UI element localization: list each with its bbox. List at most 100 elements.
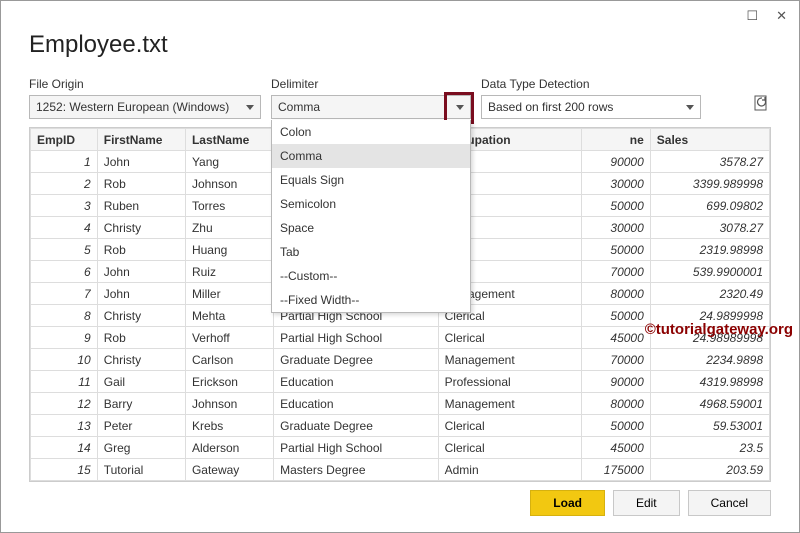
table-row[interactable]: 11GailEricksonEducationProfessional90000…: [31, 371, 770, 393]
close-icon[interactable]: ✕: [776, 8, 787, 24]
edit-button[interactable]: Edit: [613, 490, 680, 516]
cell: 50000: [581, 305, 650, 327]
cell: John: [97, 261, 185, 283]
cell: 699.09802: [650, 195, 769, 217]
cell: 175000: [581, 459, 650, 481]
option-space[interactable]: Space: [272, 216, 470, 240]
cell: 2: [31, 173, 98, 195]
watermark: ©tutorialgateway.org: [645, 321, 793, 338]
option-comma[interactable]: Comma: [272, 144, 470, 168]
table-row[interactable]: 12BarryJohnsonEducationManagement8000049…: [31, 393, 770, 415]
cell: 7: [31, 283, 98, 305]
chevron-down-icon: [246, 105, 254, 110]
cell: 9: [31, 327, 98, 349]
cell: Greg: [97, 437, 185, 459]
cell: Christy: [97, 217, 185, 239]
option-custom[interactable]: --Custom--: [272, 264, 470, 288]
cell: Yang: [185, 151, 273, 173]
col-header: FirstName: [97, 129, 185, 151]
cancel-button[interactable]: Cancel: [688, 490, 771, 516]
cell: 8: [31, 305, 98, 327]
table-row[interactable]: 14GregAldersonPartial High SchoolClerica…: [31, 437, 770, 459]
cell: Education: [274, 393, 438, 415]
cell: 14: [31, 437, 98, 459]
cell: Gateway: [185, 459, 273, 481]
option-semicolon[interactable]: Semicolon: [272, 192, 470, 216]
cell: Peter: [97, 415, 185, 437]
cell: Management: [438, 393, 581, 415]
cell: 3078.27: [650, 217, 769, 239]
cell: 2234.9898: [650, 349, 769, 371]
cell: Johnson: [185, 173, 273, 195]
cell: 2320.49: [650, 283, 769, 305]
cell: Masters Degree: [274, 459, 438, 481]
option-equals[interactable]: Equals Sign: [272, 168, 470, 192]
cell: 3578.27: [650, 151, 769, 173]
cell: Gail: [97, 371, 185, 393]
table-row[interactable]: 15TutorialGatewayMasters DegreeAdmin1750…: [31, 459, 770, 481]
chevron-down-icon: [686, 105, 694, 110]
detection-value: Based on first 200 rows: [488, 100, 613, 114]
cell: Carlson: [185, 349, 273, 371]
col-header: EmpID: [31, 129, 98, 151]
cell: Huang: [185, 239, 273, 261]
footer-buttons: Load Edit Cancel: [530, 490, 771, 516]
detection-select[interactable]: Based on first 200 rows: [481, 95, 701, 119]
cell: Zhu: [185, 217, 273, 239]
cell: Tutorial: [97, 459, 185, 481]
cell: 50000: [581, 415, 650, 437]
table-row[interactable]: 13PeterKrebsGraduate DegreeClerical50000…: [31, 415, 770, 437]
cell: Verhoff: [185, 327, 273, 349]
cell: Education: [274, 371, 438, 393]
cell: 4968.59001: [650, 393, 769, 415]
option-colon[interactable]: Colon: [272, 120, 470, 144]
cell: 90000: [581, 371, 650, 393]
option-tab[interactable]: Tab: [272, 240, 470, 264]
cell: 15: [31, 459, 98, 481]
cell: 50000: [581, 195, 650, 217]
cell: Alderson: [185, 437, 273, 459]
cell: Erickson: [185, 371, 273, 393]
cell: 45000: [581, 437, 650, 459]
delimiter-select[interactable]: Comma Colon Comma Equals Sign Semicolon …: [271, 95, 471, 119]
cell: 30000: [581, 173, 650, 195]
cell: Rob: [97, 327, 185, 349]
file-origin-label: File Origin: [29, 77, 261, 91]
cell: 3399.989998: [650, 173, 769, 195]
cell: 45000: [581, 327, 650, 349]
cell: 10: [31, 349, 98, 371]
cell: Mehta: [185, 305, 273, 327]
maximize-icon[interactable]: ☐: [746, 8, 758, 24]
cell: 90000: [581, 151, 650, 173]
cell: 4319.98998: [650, 371, 769, 393]
cell: 12: [31, 393, 98, 415]
cell: Ruiz: [185, 261, 273, 283]
cell: Graduate Degree: [274, 415, 438, 437]
cell: Christy: [97, 305, 185, 327]
refresh-icon[interactable]: [753, 94, 771, 119]
cell: Management: [438, 349, 581, 371]
cell: 50000: [581, 239, 650, 261]
titlebar: ☐ ✕: [1, 1, 799, 31]
cell: Clerical: [438, 437, 581, 459]
cell: 70000: [581, 261, 650, 283]
load-button[interactable]: Load: [530, 490, 605, 516]
cell: 4: [31, 217, 98, 239]
cell: Barry: [97, 393, 185, 415]
option-fixed-width[interactable]: --Fixed Width--: [272, 288, 470, 312]
cell: Ruben: [97, 195, 185, 217]
controls-row: File Origin 1252: Western European (Wind…: [29, 77, 771, 119]
cell: 3: [31, 195, 98, 217]
cell: Torres: [185, 195, 273, 217]
detection-label: Data Type Detection: [481, 77, 701, 91]
cell: Krebs: [185, 415, 273, 437]
cell: 23.5: [650, 437, 769, 459]
cell: 80000: [581, 393, 650, 415]
dialog-window: ☐ ✕ Employee.txt File Origin 1252: Weste…: [0, 0, 800, 533]
cell: Clerical: [438, 327, 581, 349]
delimiter-label: Delimiter: [271, 77, 471, 91]
cell: 5: [31, 239, 98, 261]
table-row[interactable]: 10ChristyCarlsonGraduate DegreeManagemen…: [31, 349, 770, 371]
cell: John: [97, 151, 185, 173]
file-origin-select[interactable]: 1252: Western European (Windows): [29, 95, 261, 119]
